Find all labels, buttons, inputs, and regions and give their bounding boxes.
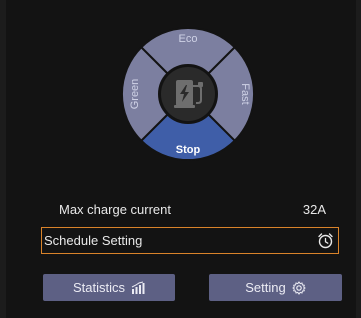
mode-green-label: Green [129,79,141,110]
charge-mode-dial: Eco Fast Green Stop [118,14,258,179]
alarm-clock-icon [316,232,334,250]
mode-eco-label: Eco [179,33,198,45]
schedule-setting-label: Schedule Setting [44,233,143,248]
max-charge-current-label: Max charge current [59,201,171,217]
max-charge-current-value: 32A [302,201,326,217]
gear-icon [291,280,306,295]
mode-fast-label: Fast [239,83,251,104]
max-charge-current-row: Max charge current 32A [42,196,342,222]
charger-panel: Eco Fast Green Stop Max charge current 3… [6,0,356,318]
setting-button-label: Setting [245,280,286,295]
setting-button[interactable]: Setting [209,274,342,301]
statistics-button-label: Statistics [72,280,125,295]
schedule-setting-item[interactable]: Schedule Setting [41,227,339,254]
mode-stop-label: Stop [176,144,201,156]
statistics-button[interactable]: Statistics [43,274,175,301]
bar-chart-icon [131,281,145,295]
